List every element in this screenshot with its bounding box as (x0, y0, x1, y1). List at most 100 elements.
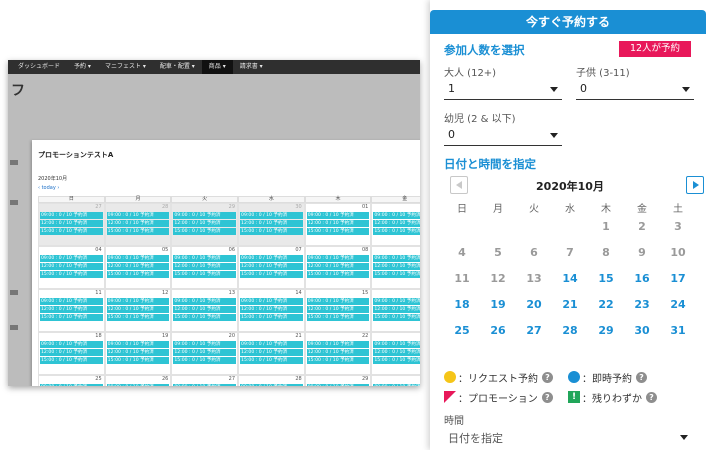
time-slot[interactable]: 09:00 : 0 / 10 予約済 (173, 255, 237, 262)
time-slot[interactable]: 12:00 : 0 / 10 予約済 (40, 349, 103, 356)
time-slot[interactable]: 09:00 : 0 / 10 予約済 (106, 298, 170, 305)
time-slot[interactable]: 09:00 : 0 / 10 予約済 (240, 384, 303, 386)
time-slot[interactable]: 12:00 : 0 / 10 予約済 (40, 263, 103, 270)
time-slot[interactable]: 09:00 : 0 / 10 予約済 (40, 255, 103, 262)
time-slot[interactable]: 15:00 : 0 / 10 予約済 (373, 357, 420, 364)
time-slot[interactable]: 12:00 : 0 / 10 予約済 (306, 220, 370, 227)
calendar-day-cell[interactable]: 2709:00 : 0 / 10 予約済12:00 : 0 / 10 予約済15… (171, 375, 239, 386)
calendar-day-cell[interactable]: 21 09:00 : 0 / 10 予約済 12:00 : 0 / 10 予約済 15… (238, 332, 305, 375)
time-slot[interactable]: 15:00 : 0 / 10 予約済 (240, 357, 303, 364)
time-slot[interactable]: 09:00 : 0 / 10 予約済 (173, 212, 237, 219)
time-slot[interactable]: 09:00 : 0 / 10 予約済 (106, 255, 170, 262)
calendar-day[interactable]: 16 (624, 266, 660, 292)
time-slot[interactable]: 15:00 : 0 / 10 予約済 (173, 271, 237, 278)
time-slot[interactable]: 12:00 : 0 / 10 予約済 (240, 306, 303, 313)
time-slot[interactable]: 09:00 : 0 / 10 予約済 (373, 298, 420, 305)
time-slot[interactable]: 15:00 : 0 / 10 予約済 (106, 357, 170, 364)
calendar-day[interactable]: 28 (552, 318, 588, 344)
time-slot[interactable]: 12:00 : 0 / 10 予約済 (173, 306, 237, 313)
time-slot[interactable]: 12:00 : 0 / 10 予約済 (373, 306, 420, 313)
time-slot[interactable]: 15:00 : 0 / 10 予約済 (373, 314, 420, 321)
admin-nav-item[interactable]: マニフェスト ▾ (98, 60, 153, 74)
calendar-day-cell[interactable]: 0909:00 : 0 / 10 予約済12:00 : 0 / 10 予約済15… (371, 246, 420, 289)
calendar-day[interactable]: 25 (444, 318, 480, 344)
calendar-day-cell[interactable]: 2609:00 : 0 / 10 予約済12:00 : 0 / 10 予約済15… (104, 375, 172, 386)
calendar-day-cell[interactable]: 04 09:00 : 0 / 10 予約済 12:00 : 0 / 10 予約済 15… (38, 246, 105, 289)
help-icon[interactable]: ? (541, 391, 553, 403)
calendar-day-cell[interactable]: 18 09:00 : 0 / 10 予約済 12:00 : 0 / 10 予約済 15… (38, 332, 105, 375)
admin-nav-item[interactable]: 請求書 ▾ (233, 60, 270, 74)
time-slot[interactable]: 12:00 : 0 / 10 予約済 (106, 349, 170, 356)
calendar-day[interactable]: 27 (516, 318, 552, 344)
calendar-day-cell[interactable]: 11 09:00 : 0 / 10 予約済 12:00 : 0 / 10 予約済 15… (38, 289, 105, 332)
time-slot[interactable]: 15:00 : 0 / 10 予約済 (373, 271, 420, 278)
time-slot[interactable]: 09:00 : 0 / 10 予約済 (306, 212, 370, 219)
time-slot[interactable]: 09:00 : 0 / 10 予約済 (173, 298, 237, 305)
calendar-day[interactable]: 15 (588, 266, 624, 292)
time-slot[interactable]: 09:00 : 0 / 10 予約済 (373, 255, 420, 262)
calendar-day-cell[interactable]: 22 09:00 : 0 / 10 予約済 12:00 : 0 / 10 予約済 15… (304, 332, 372, 375)
time-slot[interactable]: 12:00 : 0 / 10 予約済 (373, 220, 420, 227)
calendar-day[interactable]: 20 (516, 292, 552, 318)
time-select[interactable]: 日付を指定 (444, 426, 692, 448)
time-slot[interactable]: 09:00 : 0 / 10 予約済 (40, 212, 103, 219)
calendar-day[interactable]: 17 (660, 266, 696, 292)
admin-nav-item[interactable]: 商品 ▾ (201, 60, 233, 74)
modal-next-button[interactable]: › (57, 185, 59, 191)
time-slot[interactable]: 09:00 : 0 / 10 予約済 (306, 255, 370, 262)
time-slot[interactable]: 09:00 : 0 / 10 予約済 (40, 298, 103, 305)
time-slot[interactable]: 12:00 : 0 / 10 予約済 (240, 220, 303, 227)
calendar-day-cell[interactable]: 20 09:00 : 0 / 10 予約済 12:00 : 0 / 10 予約済 15… (171, 332, 239, 375)
time-slot[interactable]: 09:00 : 0 / 10 予約済 (173, 384, 237, 386)
time-slot[interactable]: 09:00 : 0 / 10 予約済 (306, 341, 370, 348)
time-slot[interactable]: 09:00 : 0 / 10 予約済 (173, 341, 237, 348)
admin-nav-item[interactable]: 予約 ▾ (67, 60, 98, 74)
calendar-day[interactable]: 24 (660, 292, 696, 318)
time-slot[interactable]: 12:00 : 0 / 10 予約済 (40, 306, 103, 313)
time-slot[interactable]: 12:00 : 0 / 10 予約済 (40, 220, 103, 227)
calendar-day-cell[interactable]: 13 09:00 : 0 / 10 予約済 12:00 : 0 / 10 予約済 15… (171, 289, 239, 332)
calendar-day[interactable]: 23 (624, 292, 660, 318)
time-slot[interactable]: 09:00 : 0 / 10 予約済 (106, 384, 170, 386)
time-slot[interactable]: 15:00 : 0 / 10 予約済 (173, 357, 237, 364)
time-slot[interactable]: 15:00 : 0 / 10 予約済 (40, 271, 103, 278)
calendar-day-cell[interactable]: 2309:00 : 0 / 10 予約済12:00 : 0 / 10 予約済15… (371, 332, 420, 375)
calendar-day[interactable]: 21 (552, 292, 588, 318)
calendar-day[interactable]: 30 (624, 318, 660, 344)
time-slot[interactable]: 09:00 : 0 / 10 予約済 (240, 298, 303, 305)
calendar-day-cell[interactable]: 07 09:00 : 0 / 10 予約済 12:00 : 0 / 10 予約済 15… (238, 246, 305, 289)
calendar-day-cell[interactable]: 2509:00 : 0 / 10 予約済12:00 : 0 / 10 予約済15… (38, 375, 105, 386)
calendar-day-cell[interactable]: 30 09:00 : 0 / 10 予約済12:00 : 0 / 10 予約済15… (238, 203, 305, 246)
child-select[interactable]: 0 (576, 78, 694, 100)
time-slot[interactable]: 09:00 : 0 / 10 予約済 (40, 384, 103, 386)
time-slot[interactable]: 15:00 : 0 / 10 予約済 (173, 314, 237, 321)
time-slot[interactable]: 15:00 : 0 / 10 予約済 (40, 314, 103, 321)
time-slot[interactable]: 09:00 : 0 / 10 予約済 (373, 384, 420, 386)
time-slot[interactable]: 09:00 : 0 / 10 予約済 (306, 298, 370, 305)
calendar-day-cell[interactable]: 05 09:00 : 0 / 10 予約済 12:00 : 0 / 10 予約済 15… (104, 246, 172, 289)
time-slot[interactable]: 15:00 : 0 / 10 予約済 (106, 314, 170, 321)
time-slot[interactable]: 12:00 : 0 / 10 予約済 (306, 349, 370, 356)
time-slot[interactable]: 15:00 : 0 / 10 予約済 (240, 228, 303, 235)
time-slot[interactable]: 15:00 : 0 / 10 予約済 (373, 228, 420, 235)
time-slot[interactable]: 12:00 : 0 / 10 予約済 (240, 263, 303, 270)
calendar-day-cell[interactable]: 2909:00 : 0 / 10 予約済12:00 : 0 / 10 予約済15… (304, 375, 372, 386)
time-slot[interactable]: 12:00 : 0 / 10 予約済 (306, 263, 370, 270)
modal-prev-button[interactable]: ‹ (38, 185, 40, 191)
calendar-day[interactable]: 14 (552, 266, 588, 292)
time-slot[interactable]: 12:00 : 0 / 10 予約済 (106, 220, 170, 227)
calendar-day[interactable]: 19 (480, 292, 516, 318)
calendar-day-cell[interactable]: 2909:00 : 0 / 10 予約済12:00 : 0 / 10 予約済15… (171, 203, 239, 246)
calendar-day-cell[interactable]: 15 09:00 : 0 / 10 予約済 12:00 : 0 / 10 予約済 15… (304, 289, 372, 332)
admin-nav-item[interactable]: ダッシュボード (11, 60, 67, 74)
time-slot[interactable]: 15:00 : 0 / 10 予約済 (106, 228, 170, 235)
calendar-day-cell[interactable]: 2809:00 : 0 / 10 予約済12:00 : 0 / 10 予約済15… (238, 375, 305, 386)
time-slot[interactable]: 15:00 : 0 / 10 予約済 (306, 228, 370, 235)
help-icon[interactable]: ? (542, 371, 553, 383)
time-slot[interactable]: 15:00 : 0 / 10 予約済 (240, 314, 303, 321)
time-slot[interactable]: 12:00 : 0 / 10 予約済 (106, 263, 170, 270)
time-slot[interactable]: 15:00 : 0 / 10 予約済 (106, 271, 170, 278)
calendar-day[interactable]: 22 (588, 292, 624, 318)
book-now-button[interactable]: 今すぐ予約する (430, 10, 706, 34)
calendar-day[interactable]: 26 (480, 318, 516, 344)
